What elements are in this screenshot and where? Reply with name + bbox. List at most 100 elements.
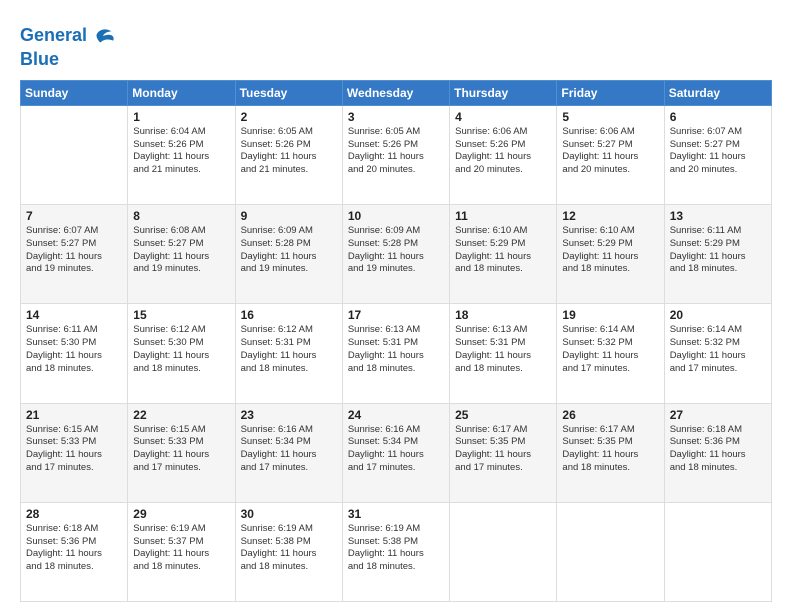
day-number: 25: [455, 408, 551, 422]
calendar-cell: [557, 502, 664, 601]
day-number: 18: [455, 308, 551, 322]
day-info: Sunrise: 6:06 AM Sunset: 5:26 PM Dayligh…: [455, 126, 551, 177]
calendar-cell: [21, 105, 128, 204]
day-header-monday: Monday: [128, 80, 235, 105]
day-info: Sunrise: 6:05 AM Sunset: 5:26 PM Dayligh…: [348, 126, 444, 177]
day-number: 9: [241, 209, 337, 223]
day-info: Sunrise: 6:09 AM Sunset: 5:28 PM Dayligh…: [241, 225, 337, 276]
logo: General Blue: [20, 22, 117, 70]
day-number: 7: [26, 209, 122, 223]
day-info: Sunrise: 6:08 AM Sunset: 5:27 PM Dayligh…: [133, 225, 229, 276]
day-number: 16: [241, 308, 337, 322]
calendar-cell: 24 Sunrise: 6:16 AM Sunset: 5:34 PM Dayli…: [342, 403, 449, 502]
day-header-wednesday: Wednesday: [342, 80, 449, 105]
calendar-cell: 5Sunrise: 6:06 AM Sunset: 5:27 PM Daylig…: [557, 105, 664, 204]
calendar-cell: 23 Sunrise: 6:16 AM Sunset: 5:34 PM Dayli…: [235, 403, 342, 502]
calendar-week-row: 14 Sunrise: 6:11 AM Sunset: 5:30 PM Dayli…: [21, 304, 772, 403]
day-header-tuesday: Tuesday: [235, 80, 342, 105]
day-info: Sunrise: 6:12 AM Sunset: 5:30 PM Dayligh…: [133, 324, 229, 375]
day-number: 6: [670, 110, 766, 124]
day-number: 22: [133, 408, 229, 422]
calendar-header-row: SundayMondayTuesdayWednesdayThursdayFrid…: [21, 80, 772, 105]
logo-blue-text: Blue: [20, 50, 117, 70]
calendar-week-row: 21 Sunrise: 6:15 AM Sunset: 5:33 PM Dayli…: [21, 403, 772, 502]
day-info: Sunrise: 6:14 AM Sunset: 5:32 PM Dayligh…: [562, 324, 658, 375]
day-number: 30: [241, 507, 337, 521]
day-info: Sunrise: 6:16 AM Sunset: 5:34 PM Dayligh…: [241, 424, 337, 475]
day-info: Sunrise: 6:14 AM Sunset: 5:32 PM Dayligh…: [670, 324, 766, 375]
day-info: Sunrise: 6:05 AM Sunset: 5:26 PM Dayligh…: [241, 126, 337, 177]
day-info: Sunrise: 6:18 AM Sunset: 5:36 PM Dayligh…: [26, 523, 122, 574]
day-info: Sunrise: 6:18 AM Sunset: 5:36 PM Dayligh…: [670, 424, 766, 475]
day-number: 15: [133, 308, 229, 322]
day-number: 19: [562, 308, 658, 322]
day-number: 10: [348, 209, 444, 223]
calendar-cell: 22Sunrise: 6:15 AM Sunset: 5:33 PM Dayli…: [128, 403, 235, 502]
calendar-cell: 16Sunrise: 6:12 AM Sunset: 5:31 PM Dayli…: [235, 304, 342, 403]
day-info: Sunrise: 6:19 AM Sunset: 5:38 PM Dayligh…: [241, 523, 337, 574]
calendar-week-row: 7 Sunrise: 6:07 AM Sunset: 5:27 PM Daylig…: [21, 205, 772, 304]
day-info: Sunrise: 6:07 AM Sunset: 5:27 PM Dayligh…: [26, 225, 122, 276]
day-number: 31: [348, 507, 444, 521]
day-info: Sunrise: 6:10 AM Sunset: 5:29 PM Dayligh…: [562, 225, 658, 276]
calendar-cell: [664, 502, 771, 601]
day-number: 20: [670, 308, 766, 322]
calendar-cell: 29 Sunrise: 6:19 AM Sunset: 5:37 PM Dayli…: [128, 502, 235, 601]
calendar-cell: 4Sunrise: 6:06 AM Sunset: 5:26 PM Daylig…: [450, 105, 557, 204]
calendar-cell: 25 Sunrise: 6:17 AM Sunset: 5:35 PM Dayli…: [450, 403, 557, 502]
calendar-cell: 17 Sunrise: 6:13 AM Sunset: 5:31 PM Dayli…: [342, 304, 449, 403]
day-info: Sunrise: 6:13 AM Sunset: 5:31 PM Dayligh…: [455, 324, 551, 375]
day-info: Sunrise: 6:07 AM Sunset: 5:27 PM Dayligh…: [670, 126, 766, 177]
calendar-cell: 21 Sunrise: 6:15 AM Sunset: 5:33 PM Dayli…: [21, 403, 128, 502]
day-info: Sunrise: 6:10 AM Sunset: 5:29 PM Dayligh…: [455, 225, 551, 276]
calendar-cell: 7 Sunrise: 6:07 AM Sunset: 5:27 PM Daylig…: [21, 205, 128, 304]
calendar-cell: 8Sunrise: 6:08 AM Sunset: 5:27 PM Daylig…: [128, 205, 235, 304]
day-info: Sunrise: 6:16 AM Sunset: 5:34 PM Dayligh…: [348, 424, 444, 475]
day-info: Sunrise: 6:19 AM Sunset: 5:37 PM Dayligh…: [133, 523, 229, 574]
day-info: Sunrise: 6:13 AM Sunset: 5:31 PM Dayligh…: [348, 324, 444, 375]
day-info: Sunrise: 6:11 AM Sunset: 5:30 PM Dayligh…: [26, 324, 122, 375]
day-number: 21: [26, 408, 122, 422]
calendar-week-row: 1 Sunrise: 6:04 AM Sunset: 5:26 PM Daylig…: [21, 105, 772, 204]
calendar-cell: [450, 502, 557, 601]
day-number: 14: [26, 308, 122, 322]
day-info: Sunrise: 6:19 AM Sunset: 5:38 PM Dayligh…: [348, 523, 444, 574]
logo-text: General: [20, 26, 87, 46]
day-header-saturday: Saturday: [664, 80, 771, 105]
day-info: Sunrise: 6:04 AM Sunset: 5:26 PM Dayligh…: [133, 126, 229, 177]
day-number: 11: [455, 209, 551, 223]
day-number: 29: [133, 507, 229, 521]
day-info: Sunrise: 6:09 AM Sunset: 5:28 PM Dayligh…: [348, 225, 444, 276]
calendar-cell: 1 Sunrise: 6:04 AM Sunset: 5:26 PM Daylig…: [128, 105, 235, 204]
day-number: 26: [562, 408, 658, 422]
logo-bird-icon: [89, 22, 117, 50]
page: General Blue SundayMondayTuesdayWednesda…: [0, 0, 792, 612]
day-info: Sunrise: 6:17 AM Sunset: 5:35 PM Dayligh…: [562, 424, 658, 475]
calendar-cell: 9 Sunrise: 6:09 AM Sunset: 5:28 PM Daylig…: [235, 205, 342, 304]
day-number: 27: [670, 408, 766, 422]
day-number: 12: [562, 209, 658, 223]
day-number: 3: [348, 110, 444, 124]
calendar-cell: 3 Sunrise: 6:05 AM Sunset: 5:26 PM Daylig…: [342, 105, 449, 204]
calendar-cell: 2Sunrise: 6:05 AM Sunset: 5:26 PM Daylig…: [235, 105, 342, 204]
calendar-cell: 14 Sunrise: 6:11 AM Sunset: 5:30 PM Dayli…: [21, 304, 128, 403]
day-info: Sunrise: 6:11 AM Sunset: 5:29 PM Dayligh…: [670, 225, 766, 276]
day-info: Sunrise: 6:17 AM Sunset: 5:35 PM Dayligh…: [455, 424, 551, 475]
calendar-cell: 28Sunrise: 6:18 AM Sunset: 5:36 PM Dayli…: [21, 502, 128, 601]
day-number: 23: [241, 408, 337, 422]
day-number: 17: [348, 308, 444, 322]
day-number: 13: [670, 209, 766, 223]
day-number: 1: [133, 110, 229, 124]
day-header-friday: Friday: [557, 80, 664, 105]
calendar-cell: 6 Sunrise: 6:07 AM Sunset: 5:27 PM Daylig…: [664, 105, 771, 204]
calendar-cell: 12 Sunrise: 6:10 AM Sunset: 5:29 PM Dayli…: [557, 205, 664, 304]
header: General Blue: [20, 18, 772, 70]
calendar-table: SundayMondayTuesdayWednesdayThursdayFrid…: [20, 80, 772, 602]
day-header-sunday: Sunday: [21, 80, 128, 105]
calendar-cell: 26 Sunrise: 6:17 AM Sunset: 5:35 PM Dayli…: [557, 403, 664, 502]
calendar-week-row: 28Sunrise: 6:18 AM Sunset: 5:36 PM Dayli…: [21, 502, 772, 601]
calendar-cell: 31 Sunrise: 6:19 AM Sunset: 5:38 PM Dayli…: [342, 502, 449, 601]
calendar-cell: 20 Sunrise: 6:14 AM Sunset: 5:32 PM Dayli…: [664, 304, 771, 403]
day-info: Sunrise: 6:15 AM Sunset: 5:33 PM Dayligh…: [26, 424, 122, 475]
day-number: 24: [348, 408, 444, 422]
